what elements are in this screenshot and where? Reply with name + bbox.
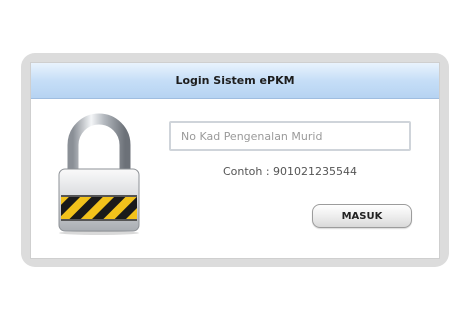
login-panel: Login Sistem ePKM No Kad Pengenalan Muri… — [30, 62, 440, 259]
student-id-input[interactable] — [169, 121, 411, 151]
dialog-title: Login Sistem ePKM — [175, 74, 295, 87]
example-hint: Contoh : 901021235544 — [222, 165, 358, 178]
masuk-button[interactable]: MASUK — [312, 204, 412, 228]
padlock-icon — [58, 113, 140, 235]
title-bar: Login Sistem ePKM — [31, 63, 439, 99]
login-dialog-frame: Login Sistem ePKM No Kad Pengenalan Muri… — [21, 53, 449, 267]
